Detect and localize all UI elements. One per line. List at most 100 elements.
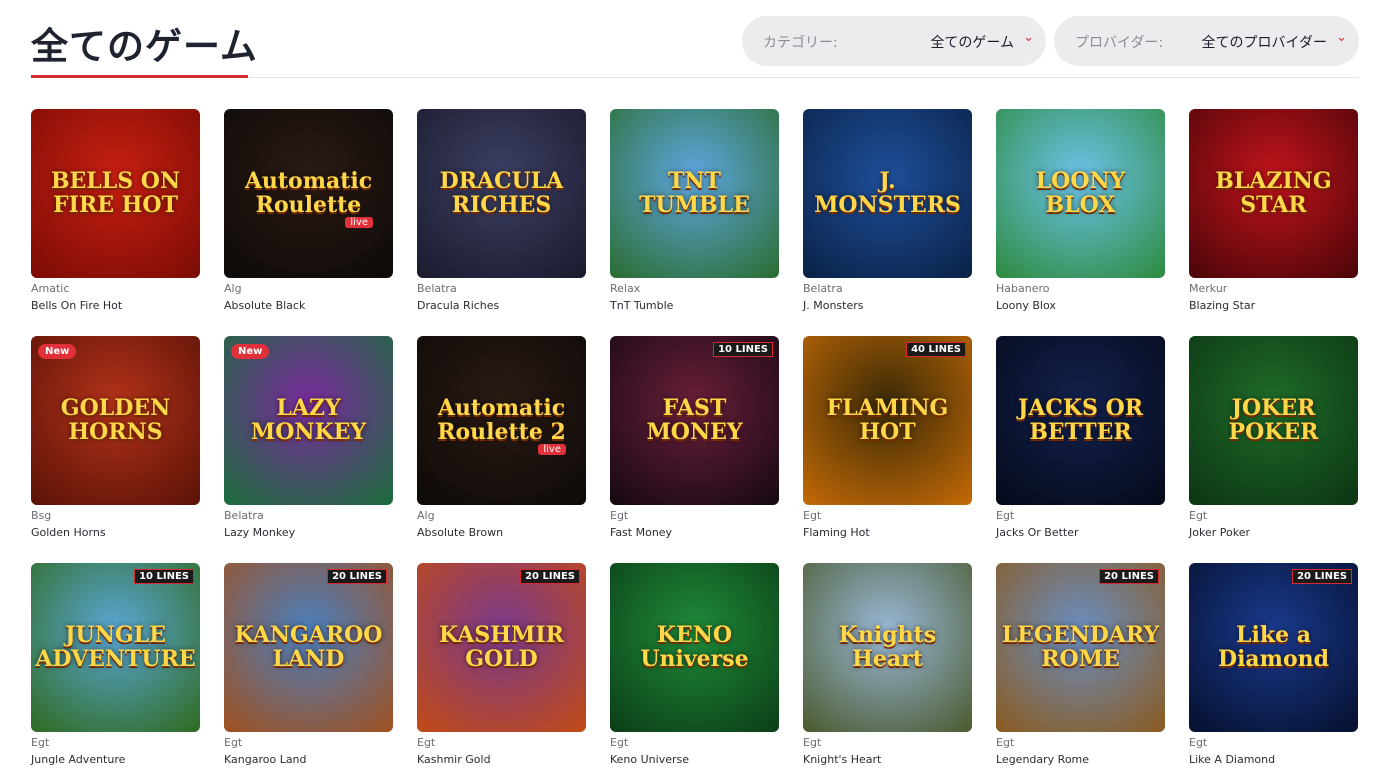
- game-thumbnail-title: GOLDEN HORNS: [60, 395, 171, 445]
- game-provider: Egt: [996, 736, 1015, 749]
- game-thumbnail-title: LOONY BLOX: [1035, 168, 1126, 218]
- chevron-down-icon: ⌄: [1336, 30, 1347, 45]
- game-provider: Amatic: [31, 282, 70, 295]
- game-thumbnail-title: KASHMIR GOLD: [439, 622, 564, 672]
- game-provider: Bsg: [31, 509, 52, 522]
- game-provider: Alg: [224, 282, 242, 295]
- game-card[interactable]: Knights Heart Egt Knight's Heart: [803, 563, 972, 783]
- game-thumbnail-title: KENO Universe: [640, 622, 749, 672]
- game-thumbnail-title: LAZY MONKEY: [250, 395, 367, 445]
- game-thumbnail[interactable]: JUNGLE ADVENTURE 10 LINES: [31, 563, 200, 732]
- game-card[interactable]: LEGENDARY ROME 20 LINES Egt Legendary Rome: [996, 563, 1165, 783]
- provider-filter-value: 全てのプロバイダー: [1201, 35, 1327, 51]
- game-thumbnail-title: FAST MONEY: [646, 395, 743, 445]
- game-card[interactable]: GOLDEN HORNS New Bsg Golden Horns: [31, 336, 200, 556]
- game-name[interactable]: Keno Universe: [610, 753, 689, 766]
- game-thumbnail[interactable]: KENO Universe: [610, 563, 779, 732]
- new-badge: New: [231, 344, 270, 359]
- game-provider: Egt: [803, 509, 822, 522]
- game-thumbnail[interactable]: BLAZING STAR: [1189, 109, 1358, 278]
- live-badge: live: [345, 217, 373, 228]
- game-card[interactable]: KASHMIR GOLD 20 LINES Egt Kashmir Gold: [417, 563, 586, 783]
- game-provider: Merkur: [1189, 282, 1228, 295]
- game-thumbnail[interactable]: KANGAROO LAND 20 LINES: [224, 563, 393, 732]
- game-thumbnail-title: DRACULA RICHES: [439, 168, 564, 218]
- game-thumbnail-title: Like a Diamond: [1217, 622, 1330, 672]
- game-thumbnail[interactable]: JOKER POKER: [1189, 336, 1358, 505]
- game-name[interactable]: Loony Blox: [996, 299, 1056, 312]
- game-name[interactable]: Golden Horns: [31, 526, 106, 539]
- game-thumbnail[interactable]: BELLS ON FIRE HOT: [31, 109, 200, 278]
- game-card[interactable]: JUNGLE ADVENTURE 10 LINES Egt Jungle Advent…: [31, 563, 200, 783]
- game-thumbnail[interactable]: TNT TUMBLE: [610, 109, 779, 278]
- game-name[interactable]: Bells On Fire Hot: [31, 299, 122, 312]
- game-thumbnail[interactable]: LEGENDARY ROME 20 LINES: [996, 563, 1165, 732]
- game-card[interactable]: Automatic Roulette 2 live Alg Absolute Brow…: [417, 336, 586, 556]
- game-thumbnail-title: JUNGLE ADVENTURE: [35, 622, 196, 672]
- game-thumbnail-title: J. MONSTERS: [814, 168, 961, 218]
- game-name[interactable]: Lazy Monkey: [224, 526, 295, 539]
- category-filter-dropdown[interactable]: カテゴリー: 全てのゲーム ⌄: [742, 16, 1046, 66]
- game-card[interactable]: KANGAROO LAND 20 LINES Egt Kangaroo Land: [224, 563, 393, 783]
- game-name[interactable]: Knight's Heart: [803, 753, 881, 766]
- provider-filter-dropdown[interactable]: プロバイダー: 全てのプロバイダー ⌄: [1054, 16, 1359, 66]
- game-name[interactable]: Kashmir Gold: [417, 753, 491, 766]
- game-thumbnail[interactable]: Automatic Roulette 2 live: [417, 336, 586, 505]
- game-name[interactable]: Joker Poker: [1189, 526, 1250, 539]
- lines-badge: 40 LINES: [906, 342, 966, 357]
- game-name[interactable]: Absolute Black: [224, 299, 305, 312]
- lines-badge: 10 LINES: [713, 342, 773, 357]
- game-thumbnail-title: BELLS ON FIRE HOT: [50, 168, 181, 218]
- game-provider: Belatra: [803, 282, 843, 295]
- game-card[interactable]: JACKS OR BETTER Egt Jacks Or Better: [996, 336, 1165, 556]
- game-card[interactable]: J. MONSTERS Belatra J. Monsters: [803, 109, 972, 329]
- game-thumbnail-title: KANGAROO LAND: [234, 622, 383, 672]
- game-thumbnail[interactable]: FAST MONEY 10 LINES: [610, 336, 779, 505]
- game-card[interactable]: BELLS ON FIRE HOT Amatic Bells On Fire Hot: [31, 109, 200, 329]
- game-name[interactable]: Legendary Rome: [996, 753, 1089, 766]
- game-card[interactable]: BLAZING STAR Merkur Blazing Star: [1189, 109, 1358, 329]
- game-provider: Egt: [610, 509, 629, 522]
- lines-badge: 10 LINES: [134, 569, 194, 584]
- game-card[interactable]: Automatic Roulette live Alg Absolute Black: [224, 109, 393, 329]
- game-name[interactable]: TnT Tumble: [610, 299, 673, 312]
- game-thumbnail[interactable]: Like a Diamond 20 LINES: [1189, 563, 1358, 732]
- lines-badge: 20 LINES: [1292, 569, 1352, 584]
- game-name[interactable]: Jungle Adventure: [31, 753, 125, 766]
- game-provider: Egt: [224, 736, 243, 749]
- game-name[interactable]: Flaming Hot: [803, 526, 870, 539]
- game-name[interactable]: J. Monsters: [803, 299, 864, 312]
- game-thumbnail-title: TNT TUMBLE: [639, 168, 750, 218]
- game-card[interactable]: KENO Universe Egt Keno Universe: [610, 563, 779, 783]
- game-card[interactable]: Like a Diamond 20 LINES Egt Like A Diamond: [1189, 563, 1358, 783]
- game-thumbnail[interactable]: DRACULA RICHES: [417, 109, 586, 278]
- game-card[interactable]: FAST MONEY 10 LINES Egt Fast Money: [610, 336, 779, 556]
- game-thumbnail[interactable]: J. MONSTERS: [803, 109, 972, 278]
- game-name[interactable]: Dracula Riches: [417, 299, 499, 312]
- game-thumbnail[interactable]: JACKS OR BETTER: [996, 336, 1165, 505]
- lines-badge: 20 LINES: [520, 569, 580, 584]
- game-thumbnail-title: FLAMING HOT: [826, 395, 949, 445]
- game-card[interactable]: LAZY MONKEY New Belatra Lazy Monkey: [224, 336, 393, 556]
- game-name[interactable]: Blazing Star: [1189, 299, 1255, 312]
- game-name[interactable]: Absolute Brown: [417, 526, 503, 539]
- game-thumbnail[interactable]: FLAMING HOT 40 LINES: [803, 336, 972, 505]
- game-thumbnail[interactable]: KASHMIR GOLD 20 LINES: [417, 563, 586, 732]
- game-name[interactable]: Fast Money: [610, 526, 672, 539]
- game-thumbnail[interactable]: Knights Heart: [803, 563, 972, 732]
- game-card[interactable]: JOKER POKER Egt Joker Poker: [1189, 336, 1358, 556]
- new-badge: New: [38, 344, 77, 359]
- game-card[interactable]: TNT TUMBLE Relax TnT Tumble: [610, 109, 779, 329]
- game-card[interactable]: LOONY BLOX Habanero Loony Blox: [996, 109, 1165, 329]
- game-card[interactable]: FLAMING HOT 40 LINES Egt Flaming Hot: [803, 336, 972, 556]
- game-thumbnail[interactable]: LAZY MONKEY New: [224, 336, 393, 505]
- game-thumbnail[interactable]: LOONY BLOX: [996, 109, 1165, 278]
- game-thumbnail[interactable]: Automatic Roulette live: [224, 109, 393, 278]
- game-provider: Egt: [31, 736, 50, 749]
- game-name[interactable]: Jacks Or Better: [996, 526, 1079, 539]
- game-name[interactable]: Kangaroo Land: [224, 753, 307, 766]
- game-thumbnail[interactable]: GOLDEN HORNS New: [31, 336, 200, 505]
- game-name[interactable]: Like A Diamond: [1189, 753, 1275, 766]
- game-card[interactable]: DRACULA RICHES Belatra Dracula Riches: [417, 109, 586, 329]
- game-provider: Relax: [610, 282, 641, 295]
